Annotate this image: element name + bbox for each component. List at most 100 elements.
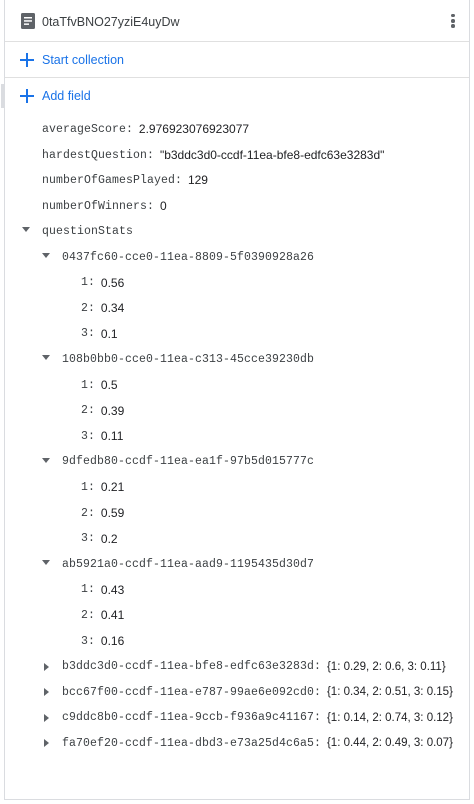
entry-key: 1 [81,276,89,290]
map-row[interactable]: 108b0bb0-cce0-11ea-c313-45cce39230db [62,349,314,369]
document-header: 0taTfvBNO27yziE4uyDw [5,0,469,42]
map-key: bcc67f00-ccdf-11ea-e787-99ae6e092cd0 [62,685,315,699]
arrow-right-icon[interactable] [44,662,49,671]
entry-key: 3 [81,327,89,341]
map-entry-row[interactable]: 3:0.1 [81,324,118,344]
map-row[interactable]: ab5921a0-ccdf-11ea-aad9-1195435d30d7 [62,554,314,574]
map-key: 9dfedb80-ccdf-11ea-ea1f-97b5d015777c [62,455,315,469]
entry-value: 0.59 [100,506,125,520]
map-row[interactable]: 0437fc60-cce0-11ea-8809-5f0390928a26 [62,247,314,267]
entry-key: 3 [81,429,89,443]
map-key: ab5921a0-ccdf-11ea-aad9-1195435d30d7 [62,557,315,571]
map-key: 0437fc60-cce0-11ea-8809-5f0390928a26 [62,250,315,264]
colon: : [314,660,321,674]
colon: : [88,480,95,494]
colon: : [314,685,321,699]
field-value: 0 [159,199,167,213]
entry-value: 0.41 [100,608,125,623]
entry-key: 3 [81,634,89,648]
map-entry-row[interactable]: 2:0.59 [81,503,124,523]
map-key: 108b0bb0-cce0-11ea-c313-45cce39230db [62,352,315,366]
colon: : [88,608,95,622]
entry-key: 1 [81,378,89,392]
document-panel: 0taTfvBNO27yziE4uyDw Start collection Ad… [1,0,470,800]
colon: : [88,404,95,418]
map-summary: {1: 0.34, 2: 0.51, 3: 0.15} [326,686,453,699]
arrow-right-icon[interactable] [44,688,49,697]
map-entry-row[interactable]: 2:0.41 [81,605,124,625]
map-summary: {1: 0.14, 2: 0.74, 3: 0.12} [326,711,453,724]
field-row-numberOfGamesPlayed[interactable]: numberOfGamesPlayed: 129 [42,170,208,190]
entry-value: 0.11 [100,429,124,444]
colon: : [88,276,95,290]
map-summary: {1: 0.44, 2: 0.49, 3: 0.07} [326,737,453,750]
map-entry-row[interactable]: 1:0.56 [81,273,124,293]
field-row-averageScore[interactable]: averageScore: 2.976923076923077 [42,119,249,139]
start-collection-button[interactable]: Start collection [5,42,469,78]
colon: : [314,711,321,725]
arrow-right-icon[interactable] [44,713,49,722]
selection-indicator [1,84,4,108]
colon: : [88,583,95,597]
field-row-hardestQuestion[interactable]: hardestQuestion: "b3ddc3d0-ccdf-11ea-bfe… [42,145,384,165]
field-value: 129 [187,173,208,187]
arrow-down-icon[interactable] [42,560,50,566]
field-value: "b3ddc3d0-ccdf-11ea-bfe8-edfc63e3283d" [159,148,385,162]
entry-key: 1 [81,480,89,494]
map-entry-row[interactable]: 3:0.11 [81,426,123,446]
map-entry-row[interactable]: 1:0.5 [81,375,118,395]
entry-key: 1 [81,583,89,597]
entry-value: 0.43 [100,582,125,597]
entry-key: 2 [81,301,89,315]
arrow-down-icon[interactable] [42,457,50,463]
map-summary: {1: 0.29, 2: 0.6, 3: 0.11} [326,660,446,673]
colon: : [88,506,95,520]
plus-icon [20,89,34,103]
field-key: numberOfWinners [42,199,148,213]
colon: : [314,736,321,750]
field-key: averageScore [42,122,127,136]
map-key: c9ddc8b0-ccdf-11ea-9ccb-f936a9c41167 [62,711,315,725]
map-entry-row[interactable]: 3:0.16 [81,631,124,651]
map-row[interactable]: fa70ef20-ccdf-11ea-dbd3-e73a25d4c6a5: {1:… [62,733,453,753]
entry-key: 2 [81,608,89,622]
arrow-down-icon[interactable] [22,227,30,232]
colon: : [88,532,95,546]
field-row-questionStats[interactable]: questionStats [42,221,133,241]
entry-value: 0.34 [100,301,125,316]
document-title: 0taTfvBNO27yziE4uyDw [42,15,180,29]
field-row-numberOfWinners[interactable]: numberOfWinners: 0 [42,196,167,216]
entry-key: 2 [81,404,89,418]
colon: : [88,378,95,392]
field-key: numberOfGamesPlayed [42,173,176,187]
colon: : [88,634,95,648]
map-row[interactable]: 9dfedb80-ccdf-11ea-ea1f-97b5d015777c [62,452,314,472]
arrow-down-icon[interactable] [42,253,50,258]
map-entry-row[interactable]: 2:0.39 [81,401,124,421]
add-field-button[interactable]: Add field [1,78,469,114]
document-icon [21,13,35,29]
map-row[interactable]: b3ddc3d0-ccdf-11ea-bfe8-edfc63e3283d: {1:… [62,657,446,677]
arrow-down-icon[interactable] [42,355,50,361]
entry-key: 2 [81,506,89,520]
start-collection-label: Start collection [42,52,124,67]
more-vert-icon[interactable] [449,12,457,30]
arrow-right-icon[interactable] [44,739,49,748]
entry-value: 0.16 [100,634,125,648]
map-entry-row[interactable]: 2:0.34 [81,298,124,318]
entry-key: 3 [81,532,89,546]
map-entry-row[interactable]: 3:0.2 [81,529,118,549]
entry-value: 0.21 [100,480,125,495]
entry-value: 0.2 [100,531,118,546]
map-entry-row[interactable]: 1:0.21 [81,477,124,497]
colon: : [88,327,95,341]
add-field-label: Add field [42,89,91,103]
field-key: questionStats [42,224,134,238]
map-entry-row[interactable]: 1:0.43 [81,580,124,600]
map-key: fa70ef20-ccdf-11ea-dbd3-e73a25d4c6a5 [62,736,315,750]
field-value: 2.976923076923077 [138,122,250,136]
entry-value: 0.1 [100,326,118,341]
map-row[interactable]: c9ddc8b0-ccdf-11ea-9ccb-f936a9c41167: {1:… [62,708,453,728]
entry-value: 0.5 [100,378,118,392]
map-row[interactable]: bcc67f00-ccdf-11ea-e787-99ae6e092cd0: {1:… [62,682,453,702]
